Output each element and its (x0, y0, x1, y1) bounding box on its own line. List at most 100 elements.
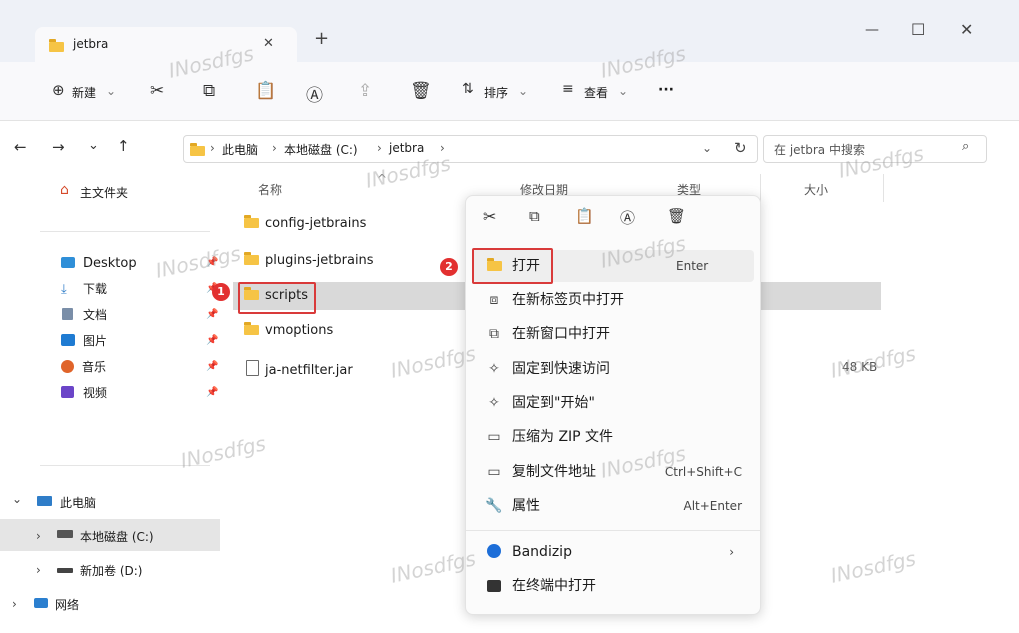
pin-icon[interactable]: 📌 (206, 361, 218, 372)
paste-icon[interactable]: 📋 (255, 81, 276, 101)
table-row[interactable]: ja-netfilter.jar (246, 358, 353, 378)
annotation-badge-two: 2 (440, 258, 458, 276)
column-size[interactable]: 大小 (804, 181, 828, 198)
nav-item-downloads[interactable]: ⤓ 下载 (55, 276, 225, 302)
open-new-window-icon: ⧉ (489, 326, 499, 342)
folder-icon (190, 143, 205, 156)
computer-icon (37, 496, 52, 506)
new-tab-button[interactable]: + (314, 28, 329, 49)
view-chevron-icon[interactable]: ⌄ (618, 84, 628, 98)
menu-item-properties[interactable]: 🔧 属性 Alt+Enter (472, 490, 754, 522)
minimize-button[interactable]: — (865, 22, 879, 38)
pin-icon[interactable]: 📌 (206, 309, 218, 320)
menu-item-copy-path[interactable]: ▭ 复制文件地址 Ctrl+Shift+C (472, 456, 754, 488)
pin-icon[interactable]: 📌 (206, 387, 218, 398)
paste-icon[interactable]: 📋 (575, 207, 594, 225)
nav-home[interactable]: 主文件夹 (80, 184, 128, 201)
tree-chevron-icon[interactable]: › (36, 563, 41, 577)
address-bar[interactable]: › 此电脑 › 本地磁盘 (C:) › jetbra › ⌄ ↻ (183, 135, 758, 163)
nav-divider (40, 231, 210, 232)
nav-item-desktop[interactable]: Desktop (55, 250, 225, 276)
tree-chevron-icon[interactable]: ⌄ (12, 492, 22, 506)
menu-item-open-terminal[interactable]: 在终端中打开 (472, 570, 754, 602)
share-icon[interactable]: ⇪ (358, 81, 372, 101)
wrench-icon: 🔧 (485, 498, 503, 514)
refresh-icon[interactable]: ↻ (734, 139, 747, 157)
maximize-button[interactable]: ☐ (911, 20, 925, 39)
search-icon[interactable]: ⌕ (962, 139, 969, 154)
download-icon: ⤓ (61, 282, 67, 297)
delete-icon[interactable]: 🗑 (667, 207, 686, 225)
tree-chevron-icon[interactable]: › (12, 597, 17, 611)
address-history-chevron-icon[interactable]: ⌄ (702, 141, 712, 155)
menu-item-open-new-tab[interactable]: ⧈ 在新标签页中打开 (472, 284, 754, 316)
pin-icon[interactable]: 📌 (206, 257, 218, 268)
copy-icon[interactable]: ⧉ (529, 207, 540, 225)
breadcrumb-jetbra[interactable]: jetbra (389, 141, 424, 155)
pin-icon[interactable]: 📌 (206, 335, 218, 346)
zip-icon: ▭ (487, 429, 501, 445)
tab-close-icon[interactable]: ✕ (263, 36, 274, 51)
search-input[interactable]: 在 jetbra 中搜索 ⌕ (763, 135, 987, 163)
nav-divider (40, 465, 210, 466)
sort-icon[interactable]: ⇅ (462, 81, 474, 97)
cut-icon[interactable]: ✂ (483, 207, 496, 226)
tree-local-disk[interactable]: 本地磁盘 (C:) (80, 528, 154, 545)
tree-chevron-icon[interactable]: › (36, 529, 41, 543)
table-row[interactable]: plugins-jetbrains (244, 252, 374, 268)
new-chevron-icon[interactable]: ⌄ (106, 84, 116, 98)
nav-item-videos[interactable]: 视频 (55, 380, 225, 406)
up-arrow-icon[interactable]: ↑ (117, 137, 130, 155)
rename-icon[interactable]: Ⓐ (306, 81, 323, 106)
column-divider (883, 174, 884, 202)
forward-arrow-icon[interactable]: → (52, 138, 65, 156)
column-name[interactable]: 名称 (258, 181, 282, 198)
menu-item-pin-quick-access[interactable]: ✧ 固定到快速访问 (472, 353, 754, 385)
drive-icon (57, 568, 73, 573)
new-button[interactable]: 新建 (72, 84, 96, 101)
network-icon (34, 598, 48, 608)
table-row[interactable]: config-jetbrains (244, 215, 366, 231)
folder-icon (244, 252, 259, 265)
file-icon (246, 360, 259, 376)
tree-this-pc[interactable]: 此电脑 (60, 494, 96, 511)
document-icon (62, 308, 73, 320)
new-plus-icon[interactable]: ⊕ (52, 81, 65, 99)
delete-icon[interactable]: 🗑 (410, 81, 432, 101)
view-button[interactable]: 查看 (584, 84, 608, 101)
sort-button[interactable]: 排序 (484, 84, 508, 101)
breadcrumb-local-disk[interactable]: 本地磁盘 (C:) (284, 141, 358, 158)
view-icon[interactable]: ≡ (562, 81, 574, 97)
nav-item-documents[interactable]: 文档 (55, 302, 225, 328)
drive-icon (57, 530, 73, 538)
cut-icon[interactable]: ✂ (150, 81, 164, 101)
submenu-chevron-icon: › (729, 545, 734, 559)
menu-item-compress-zip[interactable]: ▭ 压缩为 ZIP 文件 (472, 421, 754, 453)
copy-icon[interactable]: ⧉ (203, 81, 215, 101)
annotation-box-open (472, 248, 553, 284)
nav-item-pictures[interactable]: 图片 (55, 328, 225, 354)
folder-icon (244, 215, 259, 228)
menu-item-pin-start[interactable]: ✧ 固定到"开始" (472, 387, 754, 419)
rename-icon[interactable]: Ⓐ (620, 207, 635, 228)
music-icon (61, 360, 74, 373)
breadcrumb-this-pc[interactable]: 此电脑 (222, 141, 258, 158)
tab-jetbra[interactable]: jetbra ✕ (35, 27, 297, 63)
nav-item-music[interactable]: 音乐 (55, 354, 225, 380)
folder-icon (244, 322, 259, 335)
recent-chevron-icon[interactable]: ⌄ (88, 138, 99, 153)
sort-chevron-icon[interactable]: ⌄ (518, 84, 528, 98)
menu-divider (466, 530, 760, 531)
close-button[interactable]: ✕ (960, 20, 973, 39)
pin-icon: ✧ (488, 361, 500, 377)
picture-icon (61, 334, 75, 346)
tree-network[interactable]: 网络 (55, 596, 79, 613)
file-size: 48 KB (842, 360, 878, 374)
annotation-badge-one: 1 (212, 283, 230, 301)
menu-item-open-new-window[interactable]: ⧉ 在新窗口中打开 (472, 318, 754, 350)
back-arrow-icon[interactable]: ← (14, 138, 27, 156)
tree-new-volume[interactable]: 新加卷 (D:) (80, 562, 142, 579)
menu-item-bandizip[interactable]: Bandizip › (472, 536, 754, 568)
table-row[interactable]: vmoptions (244, 322, 333, 338)
more-options-button[interactable]: ··· (658, 82, 674, 98)
